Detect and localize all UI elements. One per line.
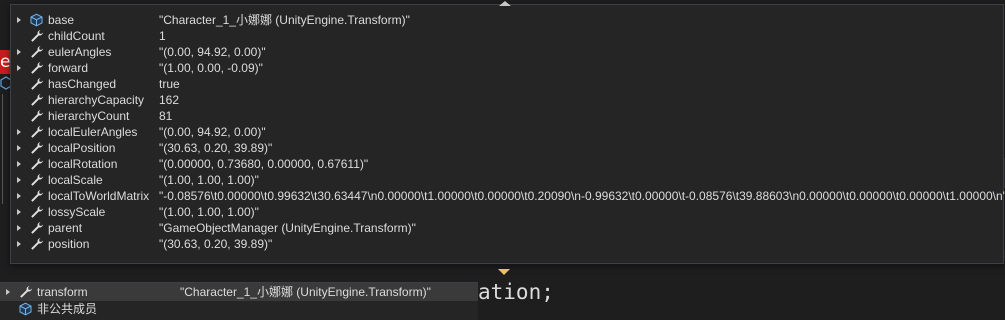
datatip-name: eulerAngles (48, 45, 112, 59)
wrench-icon (29, 29, 44, 43)
wrench-icon (29, 45, 44, 59)
wrench-icon (29, 77, 44, 91)
datatip-value: "GameObjectManager (UnityEngine.Transfor… (159, 221, 416, 235)
expand-arrow-icon[interactable] (17, 161, 21, 167)
datatip-name: position (48, 237, 90, 251)
datatip-value: "(1.00, 0.00, -0.09)" (159, 61, 263, 75)
wrench-icon (29, 173, 44, 187)
datatip-row[interactable]: forward "(1.00, 0.00, -0.09)" (11, 60, 1003, 76)
datatip-value: 1 (159, 29, 166, 43)
locals-value: "Character_1_小娜娜 (UnityEngine.Transform)… (180, 285, 431, 299)
wrench-icon (18, 285, 33, 299)
expand-arrow-icon[interactable] (17, 17, 21, 23)
datatip-name: localEulerAngles (48, 125, 138, 139)
datatip-row[interactable]: localToWorldMatrix "-0.08576\t0.00000\t0.… (11, 188, 1005, 204)
datatip-row[interactable]: eulerAngles "(0.00, 94.92, 0.00)" (11, 44, 1003, 60)
datatip-name: localRotation (48, 157, 118, 171)
datatip-name: hierarchyCapacity (48, 93, 145, 107)
locals-row[interactable]: transform "Character_1_小娜娜 (UnityEngine.T… (0, 284, 478, 300)
datatip-row[interactable]: localRotation "(0.00000, 0.73680, 0.00000… (11, 156, 1003, 172)
locals-name: transform (37, 285, 88, 299)
datatip-popup: base "Character_1_小娜娜 (UnityEngine.Transf… (10, 1, 1005, 275)
datatip-value: "Character_1_小娜娜 (UnityEngine.Transform)… (159, 13, 410, 27)
datatip-name: localPosition (48, 141, 116, 155)
expand-arrow-icon[interactable] (17, 49, 21, 55)
datatip-name: parent (48, 221, 83, 235)
wrench-icon (29, 109, 44, 123)
expand-arrow-icon[interactable] (17, 193, 21, 199)
wrench-icon (29, 61, 44, 75)
object-cube-icon (18, 302, 33, 316)
locals-row[interactable]: 非公共成员 (0, 301, 478, 317)
datatip-row[interactable]: hierarchyCapacity 162 (11, 92, 1003, 108)
datatip-value: "(0.00000, 0.73680, 0.00000, 0.67611)" (159, 157, 369, 171)
datatip-row[interactable]: base "Character_1_小娜娜 (UnityEngine.Transf… (11, 12, 1003, 28)
wrench-icon (29, 125, 44, 139)
datatip-name: childCount (48, 29, 105, 43)
datatip-value: "(0.00, 94.92, 0.00)" (159, 45, 266, 59)
wrench-icon (29, 141, 44, 155)
datatip-row[interactable]: localScale "(1.00, 1.00, 1.00)" (11, 172, 1003, 188)
datatip-name: localToWorldMatrix (48, 189, 150, 203)
datatip-row[interactable]: position "(30.63, 0.20, 39.89)" (11, 236, 1003, 252)
expand-arrow-icon[interactable] (6, 289, 10, 295)
expand-arrow-icon[interactable] (17, 145, 21, 151)
wrench-icon (29, 237, 44, 251)
expand-arrow-icon[interactable] (17, 209, 21, 215)
datatip-row[interactable]: localEulerAngles "(0.00, 94.92, 0.00)" (11, 124, 1003, 140)
object-cube-icon (29, 13, 44, 27)
datatip-name: hierarchyCount (48, 109, 130, 123)
datatip-name: lossyScale (48, 205, 106, 219)
datatip-name: forward (48, 61, 89, 75)
datatip-name: hasChanged (48, 77, 117, 91)
gutter-line (2, 94, 10, 204)
datatip-value: "(1.00, 1.00, 1.00)" (159, 205, 259, 219)
datatip-value: "-0.08576\t0.00000\t0.99632\t30.63447\n0… (159, 189, 1005, 203)
datatip-value: 162 (159, 93, 180, 107)
expand-arrow-icon[interactable] (17, 129, 21, 135)
datatip-name: base (48, 13, 75, 27)
datatip-value: "(30.63, 0.20, 39.89)" (159, 237, 273, 251)
datatip-row[interactable]: lossyScale "(1.00, 1.00, 1.00)" (11, 204, 1003, 220)
wrench-icon (29, 157, 44, 171)
debugger-view: e ation; base "Character_1_小娜娜 (UnityEngi… (0, 0, 1005, 320)
datatip-row[interactable]: hierarchyCount 81 (11, 108, 1003, 124)
datatip-value: "(1.00, 1.00, 1.00)" (159, 173, 259, 187)
datatip-row[interactable]: hasChanged true (11, 76, 1003, 92)
datatip-value: 81 (159, 109, 173, 123)
scroll-up-icon[interactable] (499, 1, 511, 6)
datatip-row[interactable]: childCount 1 (11, 28, 1003, 44)
datatip-value: "(0.00, 94.92, 0.00)" (159, 125, 266, 139)
datatip-row[interactable]: localPosition "(30.63, 0.20, 39.89)" (11, 140, 1003, 156)
wrench-icon (29, 205, 44, 219)
datatip-row[interactable]: parent "GameObjectManager (UnityEngine.Tr… (11, 220, 1003, 236)
expand-arrow-icon[interactable] (17, 177, 21, 183)
wrench-icon (29, 93, 44, 107)
wrench-icon (29, 189, 44, 203)
datatip-name: localScale (48, 173, 103, 187)
expand-arrow-icon[interactable] (17, 241, 21, 247)
locals-name: 非公共成员 (37, 302, 98, 316)
datatip-value: "(30.63, 0.20, 39.89)" (159, 141, 273, 155)
scroll-down-icon[interactable] (498, 269, 510, 275)
expand-arrow-icon[interactable] (17, 225, 21, 231)
locals-window: transform "Character_1_小娜娜 (UnityEngine.T… (0, 282, 478, 320)
datatip-value: true (159, 77, 180, 91)
code-line-fragment: ation; (478, 280, 554, 304)
wrench-icon (29, 221, 44, 235)
expand-arrow-icon[interactable] (17, 65, 21, 71)
